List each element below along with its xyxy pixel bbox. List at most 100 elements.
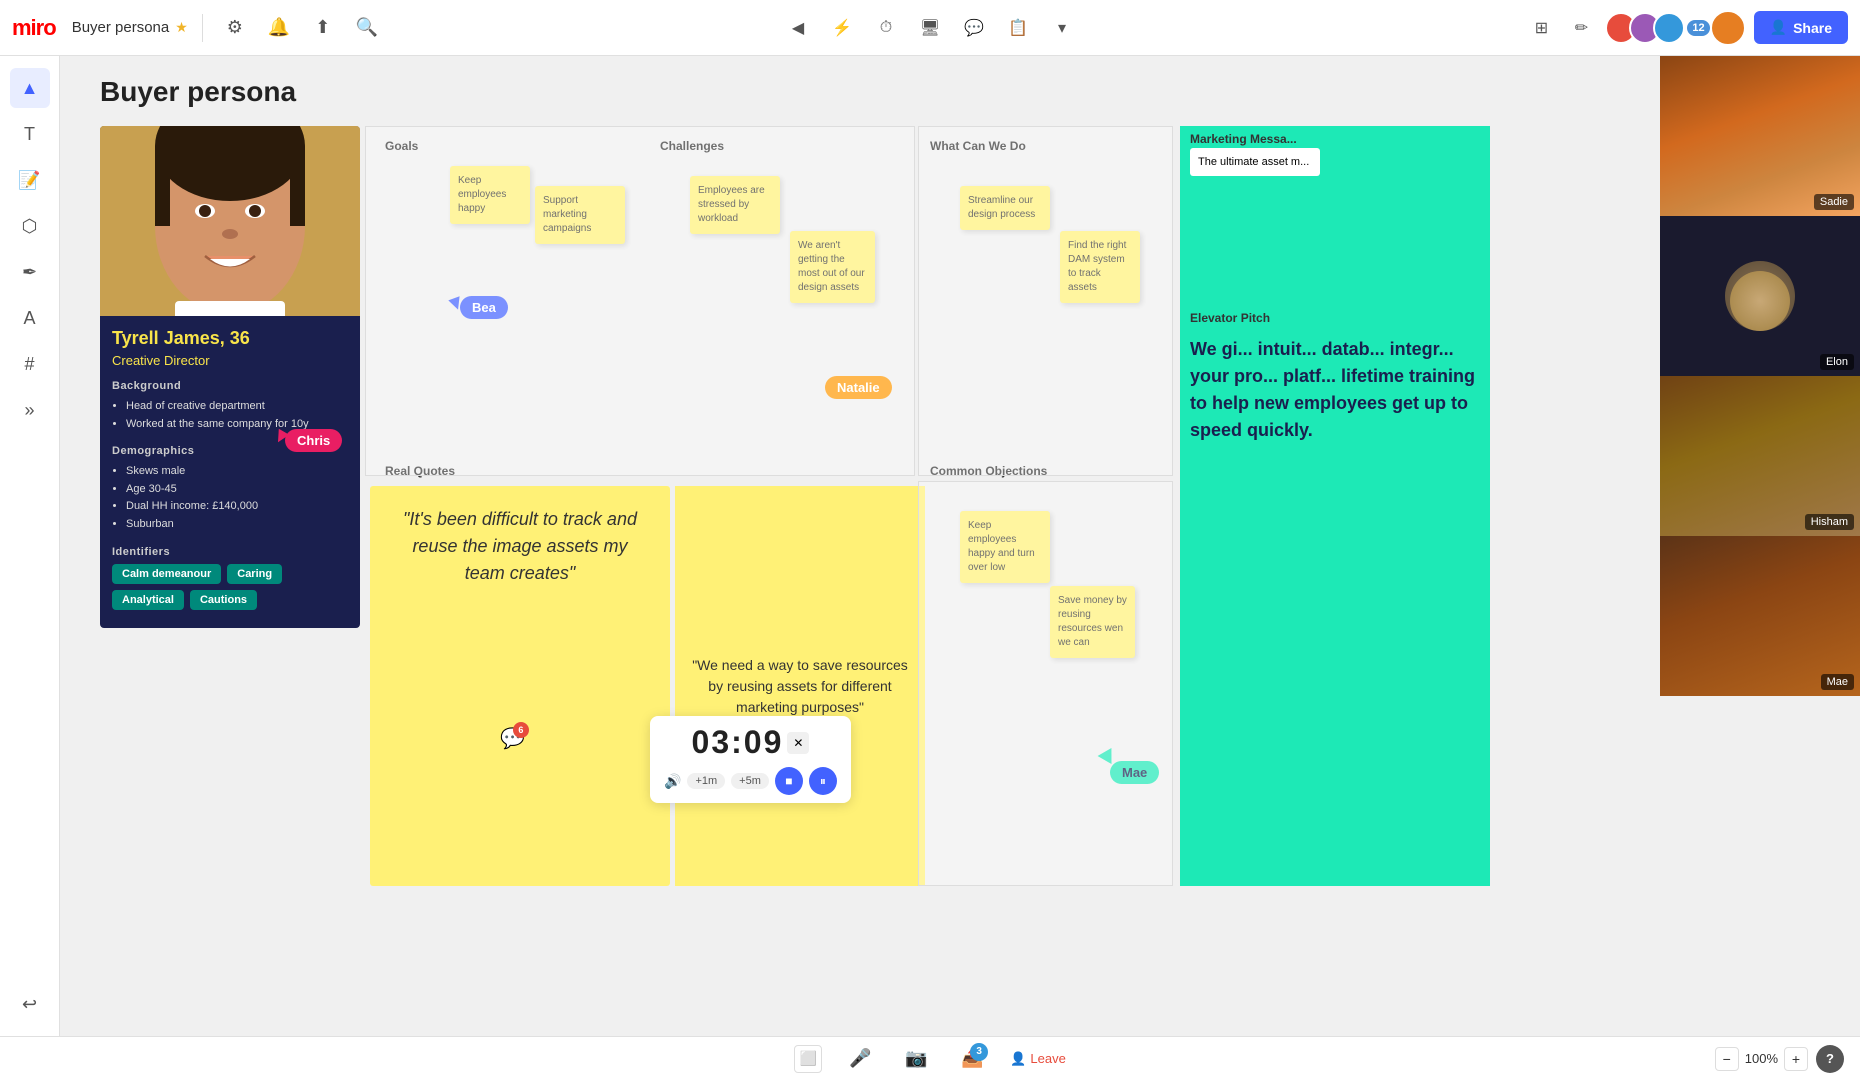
timer-icon[interactable]: ⏱	[868, 10, 904, 46]
bottom-bar: ⬜ 🎤 📷 📤 3 👤 Leave − 100% + ?	[0, 1036, 1860, 1080]
demo-item-1: Skews male	[126, 463, 348, 481]
timer-stop-button[interactable]: ■	[775, 767, 803, 795]
second-quote: "We need a way to save resources by reus…	[691, 655, 909, 718]
shape-tool[interactable]: ⬡	[10, 206, 50, 246]
bottom-right-controls: − 100% + ?	[1715, 1045, 1844, 1073]
zoom-in-button[interactable]: +	[1784, 1047, 1808, 1071]
sticky-tool[interactable]: 📝	[10, 160, 50, 200]
common-objections-area	[918, 481, 1173, 886]
demo-item-4: Suburban	[126, 516, 348, 534]
marketing-messages-label: Marketing Messa...	[1190, 132, 1500, 146]
elevator-pitch-area: We gi... intuit... datab... integr... yo…	[1190, 336, 1480, 876]
avatar-count: 12	[1687, 20, 1709, 36]
chris-cursor-label: Chris	[285, 429, 342, 452]
persona-name: Tyrell James, 36	[112, 328, 348, 349]
persona-role: Creative Director	[112, 353, 348, 368]
notifications-icon[interactable]: 🔔	[261, 10, 297, 46]
identifiers-row-2: Analytical Cautions	[112, 590, 348, 610]
background-item-1: Head of creative department	[126, 398, 348, 416]
notes-icon[interactable]: 📋	[1000, 10, 1036, 46]
tag-cautions: Cautions	[190, 590, 257, 610]
lightning-icon[interactable]: ⚡	[824, 10, 860, 46]
avatar-3	[1653, 12, 1685, 44]
avatar-group: 12	[1605, 12, 1709, 44]
miro-logo: miro	[12, 15, 56, 41]
expand-tools[interactable]: »	[10, 390, 50, 430]
more-icon[interactable]: ▾	[1044, 10, 1080, 46]
text-tool[interactable]: T	[10, 114, 50, 154]
video-name-2: Elon	[1820, 354, 1854, 370]
demo-item-3: Dual HH income: £140,000	[126, 498, 348, 516]
share-button[interactable]: 👤 Share	[1754, 11, 1848, 44]
video-cell-2: Elon	[1660, 216, 1860, 376]
timer-dismiss-button[interactable]: ✕	[787, 732, 809, 754]
search-icon[interactable]: 🔍	[349, 10, 385, 46]
share-screen-icon[interactable]: 📤 3	[954, 1041, 990, 1077]
timer-pause-button[interactable]: ⏸	[809, 767, 837, 795]
favorite-star[interactable]: ★	[175, 19, 188, 36]
divider	[202, 14, 203, 42]
chat-button[interactable]: 💬 6	[500, 726, 525, 751]
video-name-4: Mae	[1821, 674, 1854, 690]
leave-icon: 👤	[1010, 1051, 1026, 1067]
persona-photo	[100, 126, 360, 316]
goals-challenges-area	[365, 126, 915, 476]
topbar: miro Buyer persona ★ ⚙ 🔔 ⬆ 🔍 ◀ ⚡ ⏱ 🖥 💬 📋…	[0, 0, 1860, 56]
topbar-right: ⊞ ✏ 12 👤 Share	[1525, 10, 1848, 46]
chat-badge: 6	[513, 722, 529, 738]
main-quote: "It's been difficult to track and reuse …	[390, 506, 650, 587]
screen-icon[interactable]: 🖥	[912, 10, 948, 46]
background-list: Head of creative department Worked at th…	[112, 398, 348, 433]
elevator-pitch-label: Elevator Pitch	[1190, 311, 1270, 325]
zoom-level: 100%	[1745, 1051, 1778, 1066]
main-canvas: Buyer persona	[60, 56, 1860, 1036]
demo-item-2: Age 30-45	[126, 481, 348, 499]
left-sidebar: ▲ T 📝 ⬡ ✒ A # » ↩	[0, 56, 60, 1036]
layout-toggle-button[interactable]: ⬜	[794, 1045, 822, 1073]
upload-icon[interactable]: ⬆	[305, 10, 341, 46]
zoom-out-button[interactable]: −	[1715, 1047, 1739, 1071]
timer-plus5-button[interactable]: +5m	[731, 773, 769, 789]
zoom-control: − 100% +	[1715, 1047, 1808, 1071]
leave-button[interactable]: 👤 Leave	[1010, 1051, 1066, 1067]
timer-display: 03:09	[692, 724, 784, 761]
tag-analytical: Analytical	[112, 590, 184, 610]
timer-controls: 🔊 +1m +5m ■ ⏸	[664, 767, 837, 795]
connector-tool[interactable]: A	[10, 298, 50, 338]
pen-tool[interactable]: ✒	[10, 252, 50, 292]
second-quote-area: "We need a way to save resources by reus…	[675, 486, 925, 886]
help-button[interactable]: ?	[1816, 1045, 1844, 1073]
marketing-message-note: The ultimate asset m...	[1190, 148, 1320, 176]
select-tool[interactable]: ▲	[10, 68, 50, 108]
chat-icon[interactable]: 💬	[956, 10, 992, 46]
identifiers-row-1: Calm demeanour Caring	[112, 564, 348, 584]
teal-area: Marketing Messa... The ultimate asset m.…	[1180, 126, 1490, 886]
topbar-center-tools: ◀ ⚡ ⏱ 🖥 💬 📋 ▾	[780, 10, 1080, 46]
demographics-list: Skews male Age 30-45 Dual HH income: £14…	[112, 463, 348, 533]
background-title: Background	[112, 380, 348, 392]
prev-icon[interactable]: ◀	[780, 10, 816, 46]
frame-tool[interactable]: #	[10, 344, 50, 384]
pen-icon[interactable]: ✏	[1565, 12, 1597, 44]
settings-icon[interactable]: ⚙	[217, 10, 253, 46]
elevator-pitch-text: We gi... intuit... datab... integr... yo…	[1190, 336, 1480, 444]
real-quotes-area: "It's been difficult to track and reuse …	[370, 486, 670, 886]
video-cell-3: Hisham	[1660, 376, 1860, 536]
board-title: Buyer persona ★	[72, 19, 188, 36]
what-we-do-area	[918, 126, 1173, 476]
persona-card: Tyrell James, 36 Creative Director Backg…	[100, 126, 360, 628]
page-title: Buyer persona	[100, 76, 296, 108]
undo-tool[interactable]: ↩	[10, 984, 50, 1024]
timer-sound-icon[interactable]: 🔊	[664, 773, 681, 790]
timer-widget[interactable]: 03:09 ✕ 🔊 +1m +5m ■ ⏸	[650, 716, 851, 803]
filter-icon[interactable]: ⊞	[1525, 12, 1557, 44]
video-cell-4: Mae	[1660, 536, 1860, 696]
tag-calm: Calm demeanour	[112, 564, 221, 584]
tag-caring: Caring	[227, 564, 282, 584]
identifiers-title: Identifiers	[112, 546, 348, 558]
microphone-icon[interactable]: 🎤	[842, 1041, 878, 1077]
user-badge: 3	[970, 1043, 988, 1061]
timer-plus1-button[interactable]: +1m	[687, 773, 725, 789]
video-name-1: Sadie	[1814, 194, 1854, 210]
camera-icon[interactable]: 📷	[898, 1041, 934, 1077]
